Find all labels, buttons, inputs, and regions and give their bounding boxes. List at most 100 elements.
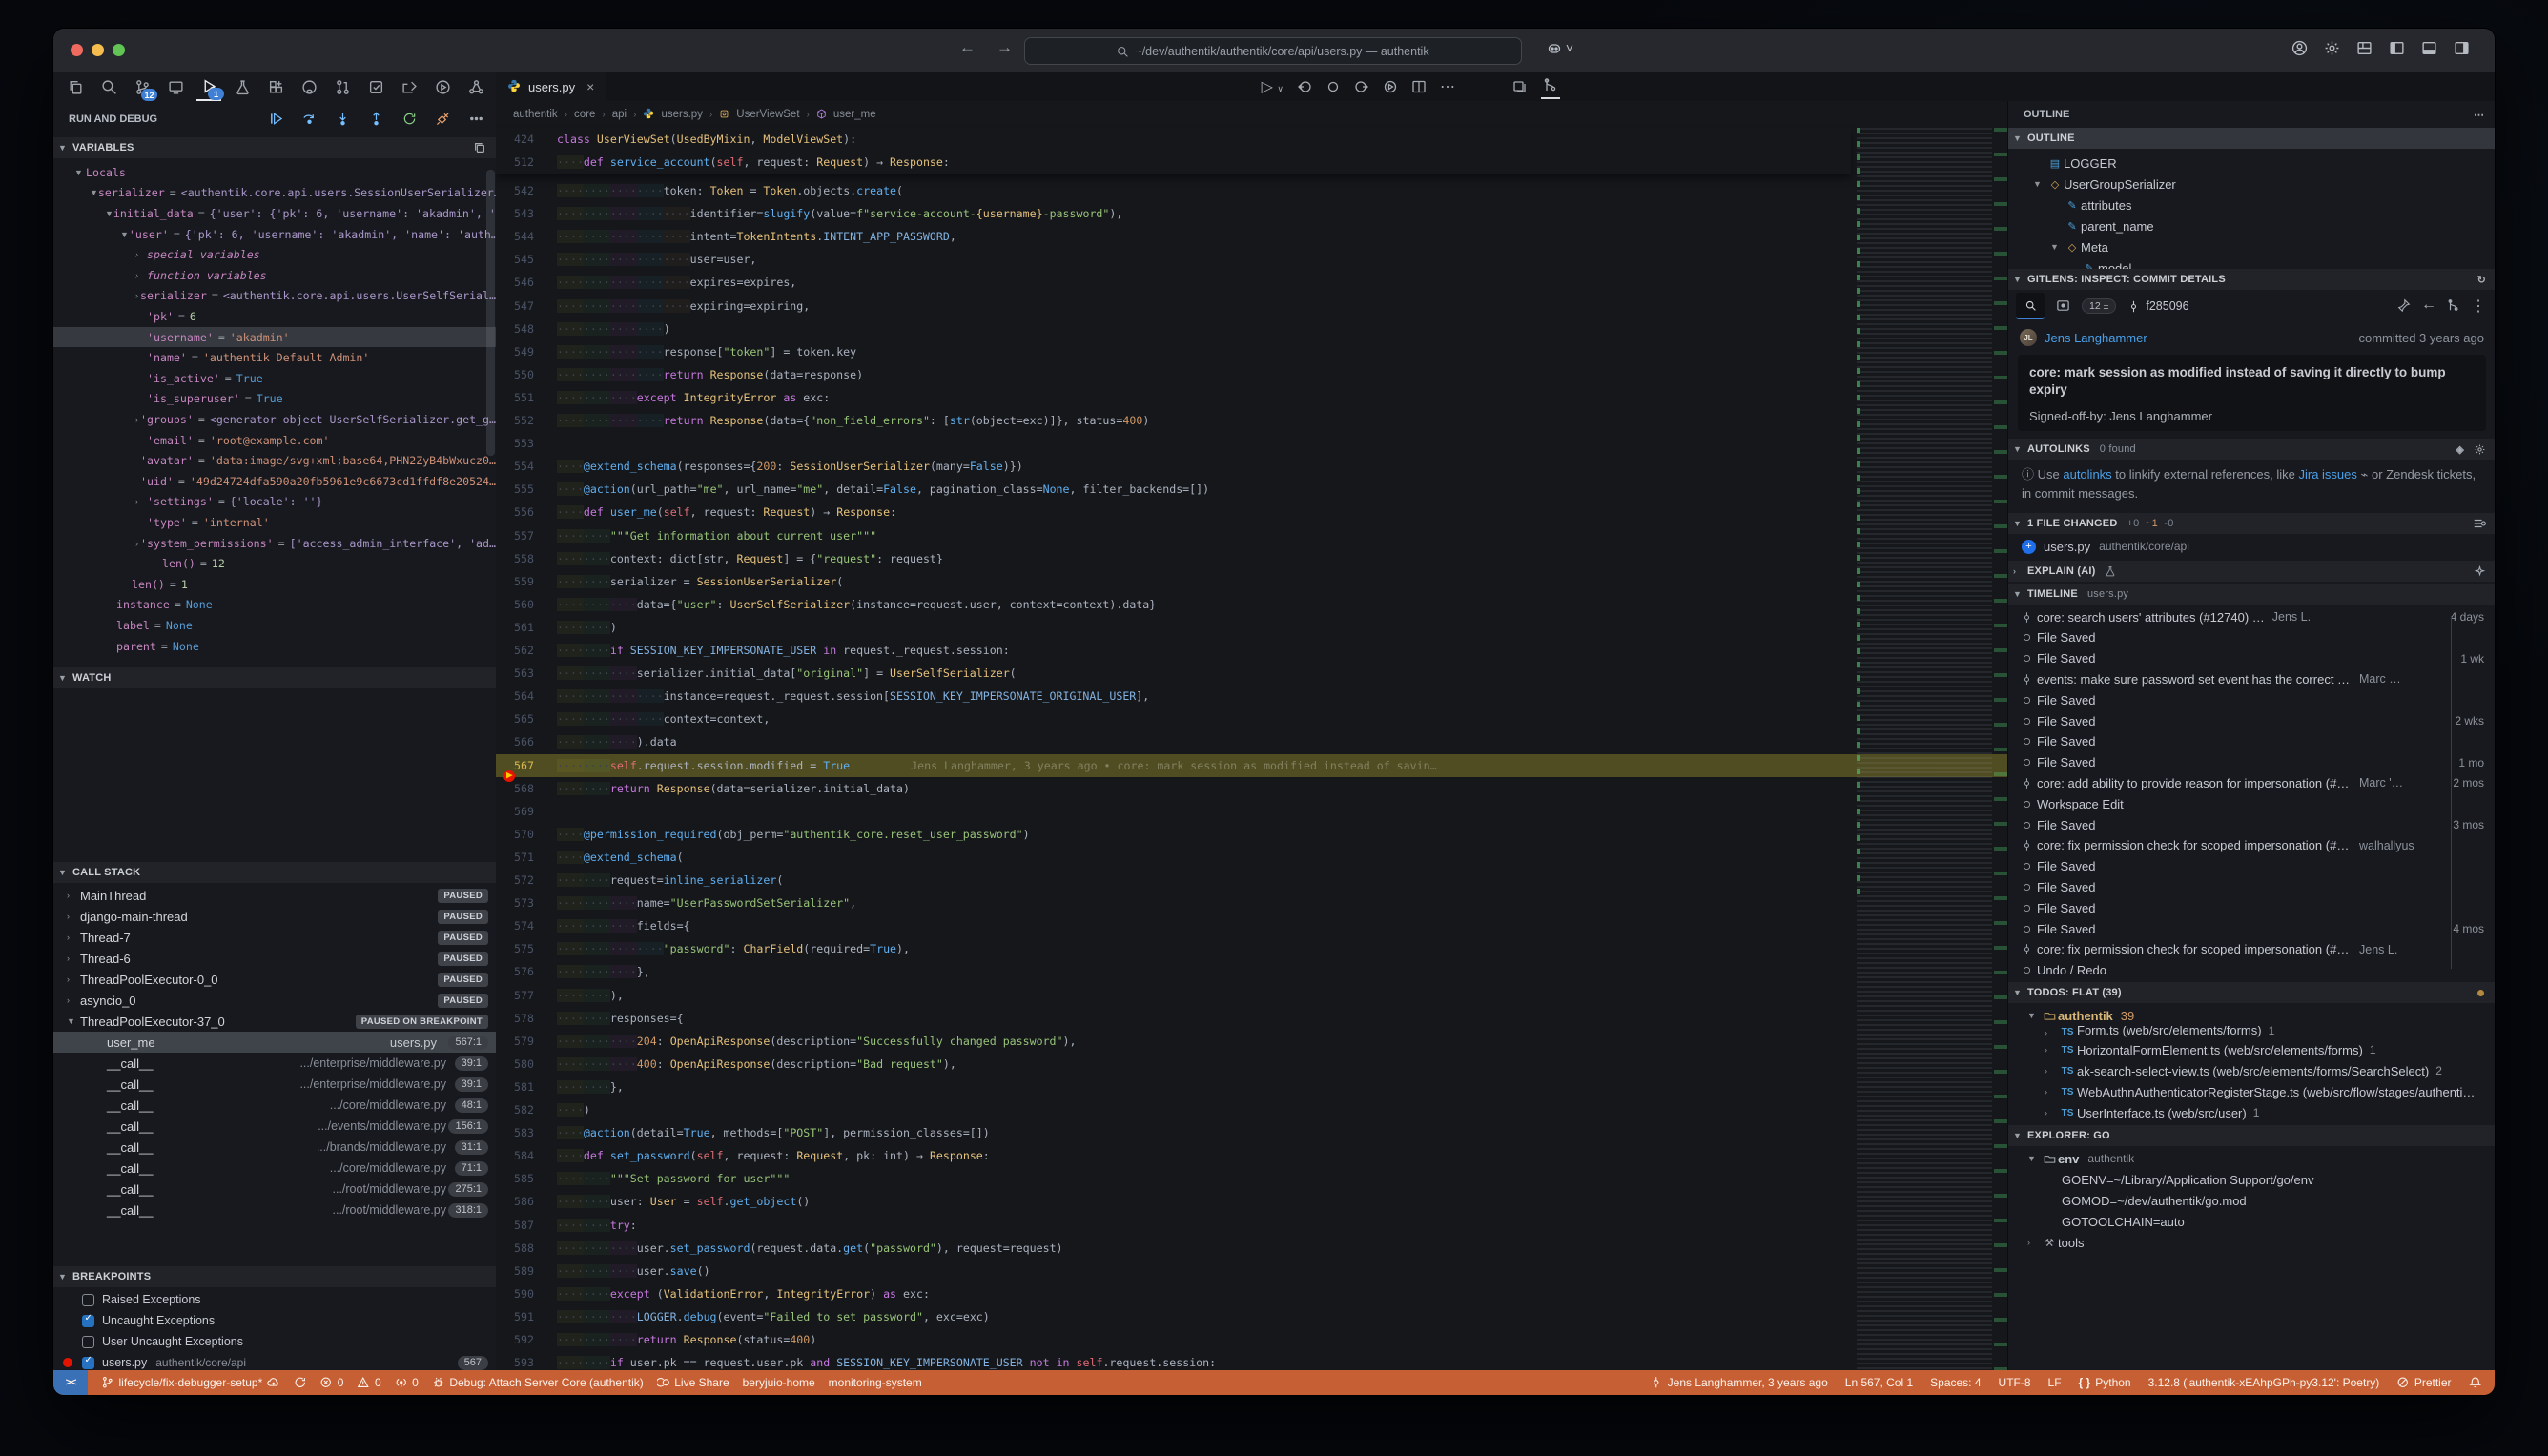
timeline-item[interactable]: File Saved1 mo [2008, 752, 2495, 773]
call-stack-thread[interactable]: ›MainThreadPAUSED [53, 885, 496, 906]
timeline-item[interactable]: File Saved [2008, 627, 2495, 648]
pull-requests-icon[interactable] [330, 73, 355, 100]
timeline-item[interactable]: File Saved [2008, 689, 2495, 710]
run-and-debug-icon[interactable]: 1 [196, 72, 221, 101]
variable-row[interactable]: ▼Locals [53, 162, 496, 183]
code-line[interactable]: 555····@action(url_path="me", url_name="… [496, 478, 1851, 501]
go-env-var[interactable]: GOENV=~/Library/Application Support/go/e… [2008, 1169, 2495, 1190]
sparkle-icon[interactable] [2474, 565, 2486, 578]
explorer-go-section-header[interactable]: ▼EXPLORER: GO [2008, 1125, 2495, 1146]
todos-section-header[interactable]: ▼TODOS: FLAT (39) [2008, 982, 2495, 1003]
outline-item[interactable]: ▤LOGGER [2008, 153, 2495, 174]
run-python-file-button[interactable]: ▷ ∨ [1262, 77, 1284, 96]
code-line[interactable]: 545····················user=user, [496, 248, 1851, 271]
call-stack-thread[interactable]: ›Thread-6PAUSED [53, 948, 496, 969]
timeline-item[interactable]: core: search users' attributes (#12740) … [2008, 606, 2495, 627]
variable-row[interactable]: 'type'='internal' [53, 512, 496, 533]
code-line[interactable]: 544····················intent=TokenInten… [496, 225, 1851, 248]
step-out-icon[interactable] [365, 108, 386, 129]
call-stack-section-header[interactable]: ▼CALL STACK [53, 862, 496, 883]
bug-status-item[interactable]: Debug: Attach Server Core (authentik) [432, 1376, 644, 1389]
gitlens-section-header[interactable]: ▼GITLENS: INSPECT: COMMIT DETAILS ↻ [2008, 269, 2495, 290]
code-line[interactable]: 552················return Response(data=… [496, 409, 1851, 432]
remote-explorer-icon[interactable] [163, 73, 188, 100]
timeline-item[interactable]: File Saved3 mos [2008, 814, 2495, 835]
code-line[interactable]: 542················token: Token = Token.… [496, 179, 1851, 202]
status-item[interactable]: Ln 567, Col 1 [1845, 1376, 1913, 1389]
code-line[interactable]: 553 [496, 432, 1851, 455]
settings-gear-icon[interactable] [2324, 40, 2340, 57]
variable-row[interactable]: ›'system_permissions'=['access_admin_int… [53, 533, 496, 554]
timeline-item[interactable]: File Saved [2008, 876, 2495, 897]
outline-item[interactable]: ▼◇Meta [2008, 236, 2495, 257]
todo-file-item[interactable]: ›TSWebAuthnAuthenticatorRegisterStage.ts… [2008, 1081, 2495, 1102]
remote-indicator[interactable]: >< [53, 1370, 88, 1395]
breadcrumb-item[interactable]: users.py [661, 109, 702, 120]
code-line[interactable]: 574············fields={ [496, 914, 1851, 937]
disconnect-icon[interactable] [432, 108, 453, 129]
go-tools-row[interactable]: › ⚒ tools [2008, 1232, 2495, 1253]
code-line[interactable]: 560············data={"user": UserSelfSer… [496, 593, 1851, 616]
code-line[interactable]: 592············return Response(status=40… [496, 1328, 1851, 1351]
variable-row[interactable]: ▼serializer=<authentik.core.api.users.Se… [53, 183, 496, 204]
continue-icon[interactable] [265, 108, 286, 129]
code-line[interactable]: 567▶········self.request.session.modifie… [496, 754, 2007, 777]
timeline-item[interactable]: Workspace Edit [2008, 793, 2495, 814]
nav-forward-icon[interactable]: → [997, 38, 1013, 57]
call-stack-frame[interactable]: user_meusers.py567:1 [53, 1032, 496, 1053]
outline-section-header[interactable]: ▼OUTLINE [2008, 128, 2495, 149]
code-line[interactable]: 548················) [496, 318, 1851, 340]
code-line[interactable]: 585········"""Set password for user""" [496, 1167, 1851, 1190]
go-env-var[interactable]: GOTOOLCHAIN=auto [2008, 1211, 2495, 1232]
call-stack-frame[interactable]: __call__.../events/middleware.py156:1 [53, 1116, 496, 1137]
code-line[interactable]: 583····@action(detail=True, methods=["PO… [496, 1121, 1851, 1144]
breakpoints-section-header[interactable]: ▼BREAKPOINTS [53, 1266, 496, 1287]
variable-row[interactable]: len()=1 [53, 574, 496, 595]
timeline-item[interactable]: File Saved2 wks [2008, 710, 2495, 731]
timeline-item[interactable]: Undo / Redo [2008, 960, 2495, 981]
autolink-settings-icon[interactable] [2474, 443, 2486, 456]
status-item[interactable]: beryjuio-home [743, 1376, 815, 1389]
restart-icon[interactable] [399, 108, 420, 129]
variable-row[interactable]: ›special variables [53, 244, 496, 265]
timeline-item[interactable]: File Saved [2008, 856, 2495, 877]
code-line[interactable]: 543····················identifier=slugif… [496, 202, 1851, 225]
breakpoint-row[interactable]: User Uncaught Exceptions [53, 1331, 496, 1352]
commit-sha[interactable]: f285096 [2127, 299, 2188, 313]
breakpoint-checkbox[interactable] [82, 1315, 94, 1327]
network-icon[interactable] [463, 73, 488, 100]
braces-status-item[interactable]: { }Python [2079, 1376, 2131, 1389]
run-timeline-icon[interactable] [1383, 78, 1398, 95]
code-line[interactable]: 556····def user_me(self, request: Reques… [496, 501, 1851, 523]
variable-row[interactable]: 'is_active'=True [53, 368, 496, 389]
variable-row[interactable]: parent=None [53, 636, 496, 657]
code-line[interactable]: 584····def set_password(self, request: R… [496, 1144, 1851, 1167]
code-line[interactable]: 573············name="UserPasswordSetSeri… [496, 892, 1851, 914]
variable-row[interactable]: 'email'='root@example.com' [53, 430, 496, 451]
code-line[interactable]: 577········), [496, 984, 1851, 1007]
warn-status-item[interactable]: 0 [357, 1376, 380, 1389]
breadcrumb[interactable]: authentik›core›api›users.py›UserViewSet›… [496, 101, 2007, 128]
open-changes-icon[interactable] [1512, 78, 1528, 95]
variable-row[interactable]: instance=None [53, 595, 496, 616]
branch-status-item[interactable]: lifecycle/fix-debugger-setup* [101, 1376, 280, 1389]
graph-icon[interactable] [2447, 297, 2460, 316]
go-env-var[interactable]: GOMOD=~/dev/authentik/go.mod [2008, 1190, 2495, 1211]
code-line[interactable]: 562········if SESSION_KEY_IMPERSONATE_US… [496, 639, 1851, 662]
nav-dot-icon[interactable] [1325, 78, 1341, 95]
commit-message-box[interactable]: core: mark session as modified instead o… [2018, 355, 2486, 431]
command-center-search[interactable]: ~/dev/authentik/authentik/core/api/users… [1024, 37, 1522, 65]
timeline-item[interactable]: File Saved1 wk [2008, 648, 2495, 669]
breakpoint-row[interactable]: Raised Exceptions [53, 1289, 496, 1310]
code-line[interactable]: 546····················expires=expires, [496, 271, 1851, 294]
variable-row[interactable]: ›function variables [53, 265, 496, 286]
refresh-icon[interactable]: ↻ [2477, 274, 2486, 286]
code-line[interactable]: 570····@permission_required(obj_perm="au… [496, 823, 1851, 846]
code-line[interactable]: 565················context=context, [496, 707, 1851, 730]
code-line[interactable]: 588············user.set_password(request… [496, 1237, 1851, 1260]
call-stack-thread[interactable]: ›asyncio_0PAUSED [53, 990, 496, 1011]
todo-file-item[interactable]: ›TSForm.ts (web/src/elements/forms)1 [2008, 1026, 2495, 1037]
code-line[interactable]: 568········return Response(data=serializ… [496, 777, 1851, 800]
more-actions-icon[interactable]: ⋯ [1440, 77, 1455, 96]
timeline-item[interactable]: core: add ability to provide reason for … [2008, 772, 2495, 793]
